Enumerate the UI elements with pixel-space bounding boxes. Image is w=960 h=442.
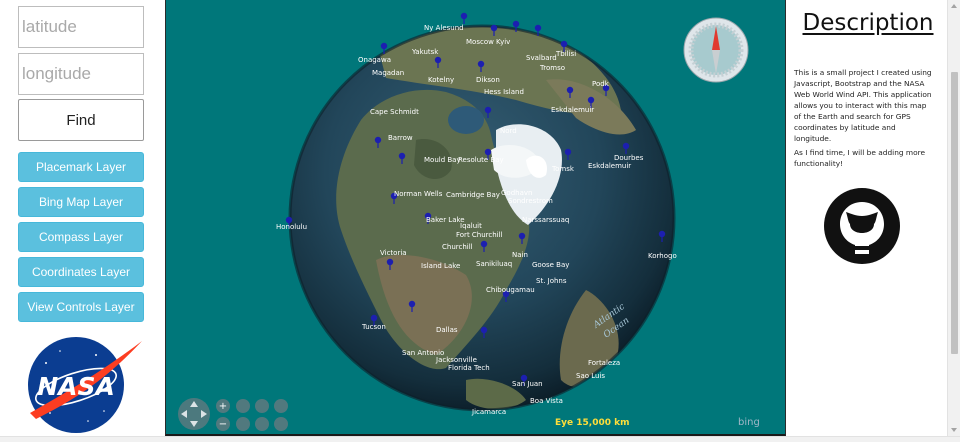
map-label: Resolute Bay [458,156,504,164]
map-label: St. Johns [536,277,567,285]
rotate-ccw-icon[interactable] [236,399,250,413]
longitude-input[interactable] [18,53,144,95]
compass-icon[interactable] [683,17,749,83]
map-label: Podk [592,80,610,88]
map-label: San Juan [512,380,543,388]
map-label: Tomsk [551,165,575,173]
map-label: Narssarssuaq [522,216,569,224]
map-label: Fort Churchill [456,231,503,239]
map-label: Florida Tech [448,364,490,372]
map-label: Onagawa [358,56,391,64]
horizontal-scrollbar[interactable] [0,436,960,442]
map-label: Victoria [380,249,407,257]
map-label: Fortaleza [588,359,620,367]
placemark-pin[interactable] [460,12,468,24]
description-paragraph: This is a small project I created using … [794,68,932,143]
github-icon[interactable] [824,188,900,264]
map-label: Honolulu [276,223,307,231]
map-label: Tromso [539,64,565,72]
map-label: Nord [500,127,517,135]
map-label: Barrow [388,134,413,142]
find-button[interactable]: Find [18,99,144,141]
nasa-logo: NASA [28,337,142,433]
description-title: Description [802,10,934,36]
scroll-up-arrow-icon[interactable] [951,4,957,8]
map-label: Sanikiluaq [476,260,512,268]
map-label: Chibougamau [486,286,535,294]
map-label: Mould Bay [424,156,461,164]
map-label: Norman Wells [394,190,443,198]
exaggeration-down-icon[interactable] [274,417,288,431]
map-label: Baker Lake [426,216,465,224]
map-label: Yakutsk [411,48,439,56]
map-label: Goose Bay [532,261,569,269]
map-label: Sao Luis [576,372,605,380]
world-wind-canvas[interactable]: Ny Alesund Moscow Kyiv Svalbard Tromso T… [165,0,786,436]
map-label: Kyiv [496,38,510,46]
bing-map-layer-button[interactable]: Bing Map Layer [18,187,144,217]
map-label: Dikson [476,76,500,84]
exaggeration-up-icon[interactable] [274,399,288,413]
globe-view[interactable]: Ny Alesund Moscow Kyiv Svalbard Tromso T… [166,0,786,436]
map-label: Ny Alesund [424,24,464,32]
scroll-down-arrow-icon[interactable] [951,428,957,432]
compass-layer-button[interactable]: Compass Layer [18,222,144,252]
map-label: Iqaluit [460,222,482,230]
map-label: Island Lake [421,262,460,270]
svg-text:−: − [219,419,227,430]
map-label: Sondrestrom [508,197,553,205]
rotate-cw-icon[interactable] [236,417,250,431]
map-label: Korhogo [648,252,677,260]
description-panel: Description This is a small project I cr… [787,0,947,436]
map-label: Jacksonville [435,356,477,364]
view-controls[interactable]: + − [178,398,288,431]
latitude-input[interactable] [18,6,144,48]
tilt-up-icon[interactable] [255,399,269,413]
map-label: Dallas [436,326,458,334]
description-paragraph: As I find time, I will be adding more fu… [794,148,926,168]
map-label: Cape Schmidt [370,108,419,116]
map-label: Kotelny [428,76,454,84]
map-label: Godhavn [501,189,532,197]
map-label: Boa Vista [530,397,563,405]
bing-attribution: bing [738,417,760,428]
scroll-thumb[interactable] [951,72,958,354]
map-label: Dourbes [614,154,644,162]
map-label: Tbilisi [555,50,576,58]
map-label: Nain [512,251,528,259]
coordinates-layer-button[interactable]: Coordinates Layer [18,257,144,287]
placemark-layer-button[interactable]: Placemark Layer [18,152,144,182]
map-label: Magadan [372,69,404,77]
map-label: Jicamarca [471,408,506,416]
map-label: Eskdalemuir [551,106,594,114]
map-label: Eskdalemuir [588,162,631,170]
map-label: Hess Island [484,88,524,96]
eye-altitude-readout: Eye 15,000 km [555,418,630,428]
map-label: Cambridge Bay [446,191,500,199]
vertical-scrollbar[interactable] [947,0,960,436]
control-sidebar: Find Placemark Layer Bing Map Layer Comp… [0,0,165,436]
map-label: Svalbard [526,54,557,62]
map-label: Tucson [361,323,386,331]
map-label: Churchill [442,243,473,251]
tilt-down-icon[interactable] [255,417,269,431]
map-label: Moscow [466,38,494,46]
svg-text:+: + [219,401,227,412]
nasa-wordmark: NASA [37,372,115,401]
view-controls-layer-button[interactable]: View Controls Layer [18,292,144,322]
